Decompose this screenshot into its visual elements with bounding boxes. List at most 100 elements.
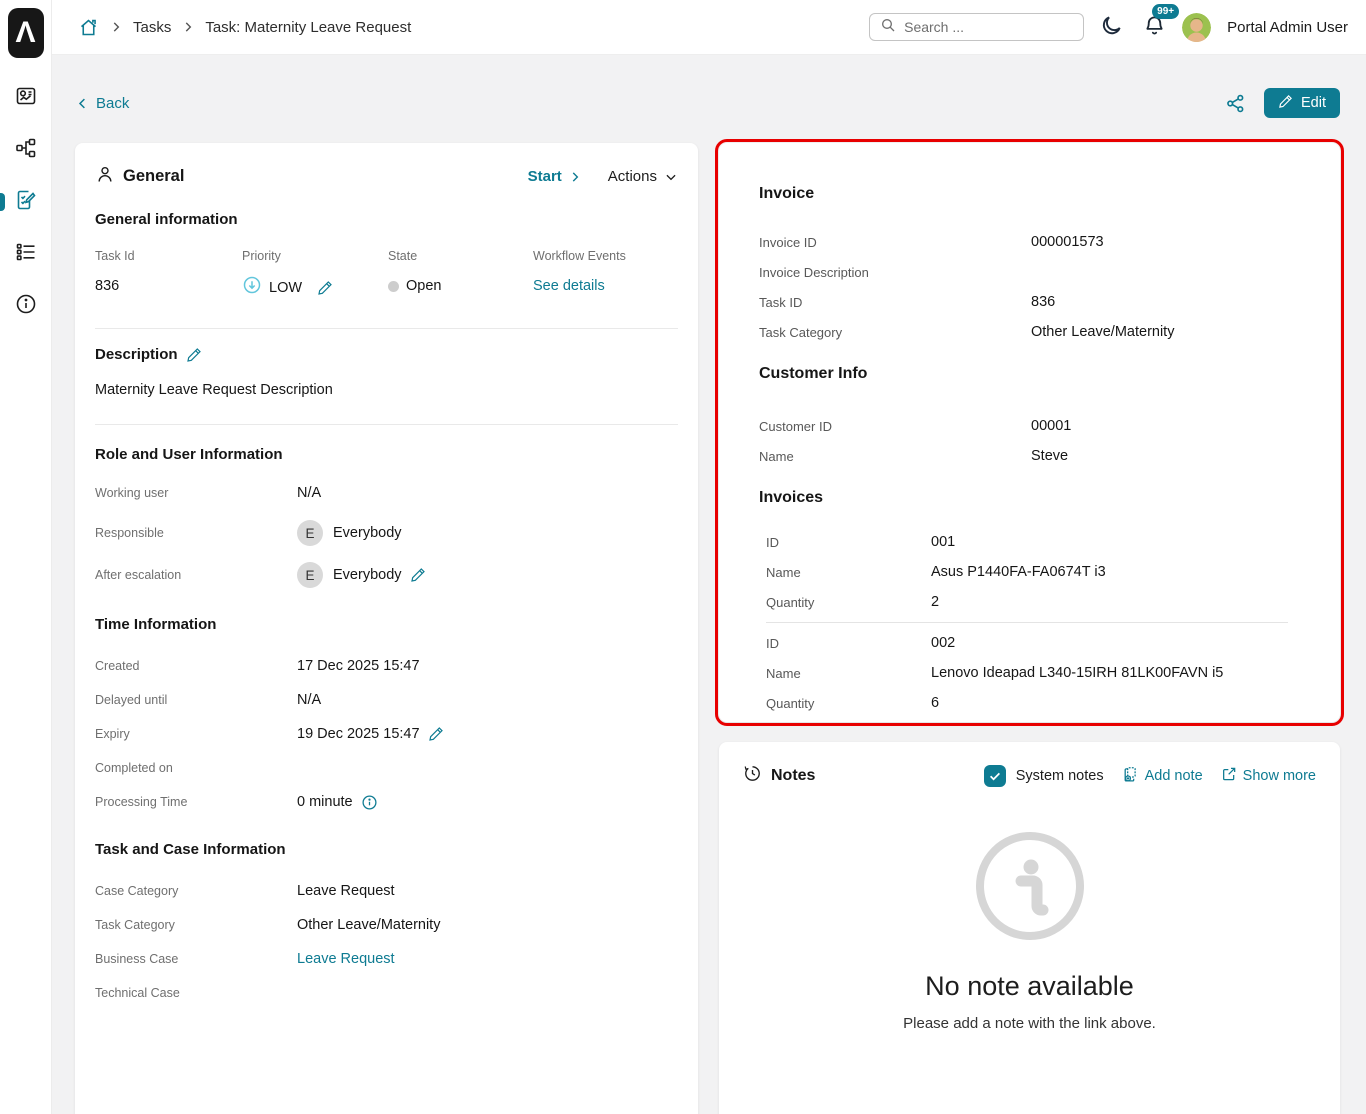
taskcase-heading: Task and Case Information	[95, 841, 678, 858]
item-name-value: Lenovo Ideapad L340-15IRH 81LK00FAVN i5	[931, 665, 1223, 681]
priority-value: LOW	[269, 280, 302, 296]
avatar[interactable]	[1182, 13, 1211, 42]
delayed-until-label: Delayed until	[95, 693, 297, 707]
edit-label: Edit	[1301, 95, 1326, 111]
priority-low-icon	[242, 275, 262, 300]
general-info-heading: General information	[95, 211, 678, 228]
working-user-value: N/A	[297, 485, 321, 501]
item-id-label: ID	[766, 636, 931, 651]
invoice-heading: Invoice	[759, 185, 1310, 203]
dashboard-icon	[14, 84, 38, 113]
edit-expiry-icon[interactable]	[428, 726, 444, 742]
business-case-label: Business Case	[95, 952, 297, 966]
search-input[interactable]	[904, 19, 1073, 35]
show-more-link[interactable]: Show more	[1221, 766, 1316, 786]
add-note-icon	[1122, 766, 1139, 787]
business-case-link[interactable]: Leave Request	[297, 951, 395, 967]
empty-notes-hint: Please add a note with the link above.	[903, 1015, 1156, 1032]
back-label: Back	[96, 95, 129, 112]
sidebar-item-cases[interactable]	[0, 228, 51, 280]
workflow-events-label: Workflow Events	[533, 249, 678, 263]
dark-mode-toggle[interactable]	[1100, 14, 1123, 40]
item-name-value: Asus P1440FA-FA0674T i3	[931, 564, 1106, 580]
main-content: Back Edit	[52, 55, 1366, 1114]
edit-button[interactable]: Edit	[1264, 88, 1340, 118]
pencil-icon	[1278, 94, 1293, 113]
customer-id-value: 00001	[1031, 418, 1071, 434]
person-icon	[95, 164, 115, 189]
processes-icon	[14, 136, 38, 165]
completed-on-label: Completed on	[95, 761, 297, 775]
item-qty-label: Quantity	[766, 595, 931, 610]
case-category-label: Case Category	[95, 884, 297, 898]
sidebar-item-tasks[interactable]	[0, 176, 51, 228]
item-name-label: Name	[766, 565, 931, 580]
customer-id-label: Customer ID	[759, 419, 1031, 434]
notification-badge: 99+	[1152, 4, 1179, 19]
add-note-link[interactable]: Add note	[1122, 766, 1203, 787]
state-value: Open	[406, 278, 441, 294]
system-notes-toggle[interactable]: System notes	[984, 765, 1104, 787]
general-card: General Start Actions General informatio…	[75, 143, 698, 1114]
chevron-right-icon	[109, 20, 123, 34]
delayed-until-value: N/A	[297, 692, 321, 708]
edit-description-icon[interactable]	[186, 347, 202, 363]
item-qty-label: Quantity	[766, 696, 931, 711]
app-logo[interactable]: Λ	[8, 8, 44, 58]
customer-name-value: Steve	[1031, 448, 1068, 464]
priority-label: Priority	[242, 249, 388, 263]
cases-icon	[14, 240, 38, 269]
back-button[interactable]: Back	[75, 95, 129, 112]
notes-title: Notes	[771, 767, 815, 785]
invoice-item: ID 002 Name Lenovo Ideapad L340-15IRH 81…	[766, 628, 1310, 718]
actions-menu-button[interactable]: Actions	[608, 168, 678, 185]
item-id-label: ID	[766, 535, 931, 550]
responsible-label: Responsible	[95, 526, 297, 540]
checkbox-checked-icon	[984, 765, 1006, 787]
edit-escalation-icon[interactable]	[410, 567, 426, 583]
start-task-link[interactable]: Start	[528, 168, 582, 185]
task-id-label: Task Id	[95, 249, 242, 263]
invoice-task-id-value: 836	[1031, 294, 1055, 310]
processing-time-value: 0 minute	[297, 794, 353, 810]
item-id-value: 002	[931, 635, 955, 651]
chevron-right-icon	[181, 20, 195, 34]
description-text: Maternity Leave Request Description	[95, 382, 678, 398]
invoice-id-value: 000001573	[1031, 234, 1104, 250]
notes-card: Notes System notes	[719, 742, 1340, 1114]
technical-case-label: Technical Case	[95, 986, 297, 1000]
item-name-label: Name	[766, 666, 931, 681]
task-category-label: Task Category	[95, 918, 297, 932]
escalation-avatar: E	[297, 562, 323, 588]
invoice-description-label: Invoice Description	[759, 265, 1031, 280]
processing-time-label: Processing Time	[95, 795, 297, 809]
system-notes-label: System notes	[1016, 768, 1104, 784]
sidebar: Λ	[0, 0, 52, 1114]
tasks-icon	[14, 188, 38, 217]
role-heading: Role and User Information	[95, 446, 678, 463]
sidebar-item-about[interactable]	[0, 280, 51, 332]
active-indicator	[0, 193, 5, 211]
clock-history-icon	[743, 764, 762, 788]
sidebar-item-processes[interactable]	[0, 124, 51, 176]
top-header: Tasks Task: Maternity Leave Request	[52, 0, 1366, 55]
global-search	[869, 13, 1084, 41]
general-card-title: General	[123, 167, 184, 186]
breadcrumb-tasks[interactable]: Tasks	[133, 19, 171, 36]
processing-info-icon[interactable]	[361, 794, 378, 811]
breadcrumb-current: Task: Maternity Leave Request	[205, 19, 411, 36]
case-category-value: Leave Request	[297, 883, 395, 899]
notifications-button[interactable]: 99+	[1143, 14, 1166, 40]
working-user-label: Working user	[95, 486, 297, 500]
user-name[interactable]: Portal Admin User	[1227, 19, 1348, 36]
edit-priority-icon[interactable]	[317, 280, 333, 296]
home-icon[interactable]	[78, 17, 99, 38]
escalation-value: Everybody	[333, 567, 402, 583]
item-id-value: 001	[931, 534, 955, 550]
expiry-label: Expiry	[95, 727, 297, 741]
invoice-card: Invoice Invoice ID 000001573 Invoice Des…	[719, 143, 1340, 722]
expiry-value: 19 Dec 2025 15:47	[297, 726, 420, 742]
sidebar-item-dashboard[interactable]	[0, 72, 51, 124]
see-details-link[interactable]: See details	[533, 278, 605, 294]
share-icon[interactable]	[1225, 93, 1246, 114]
